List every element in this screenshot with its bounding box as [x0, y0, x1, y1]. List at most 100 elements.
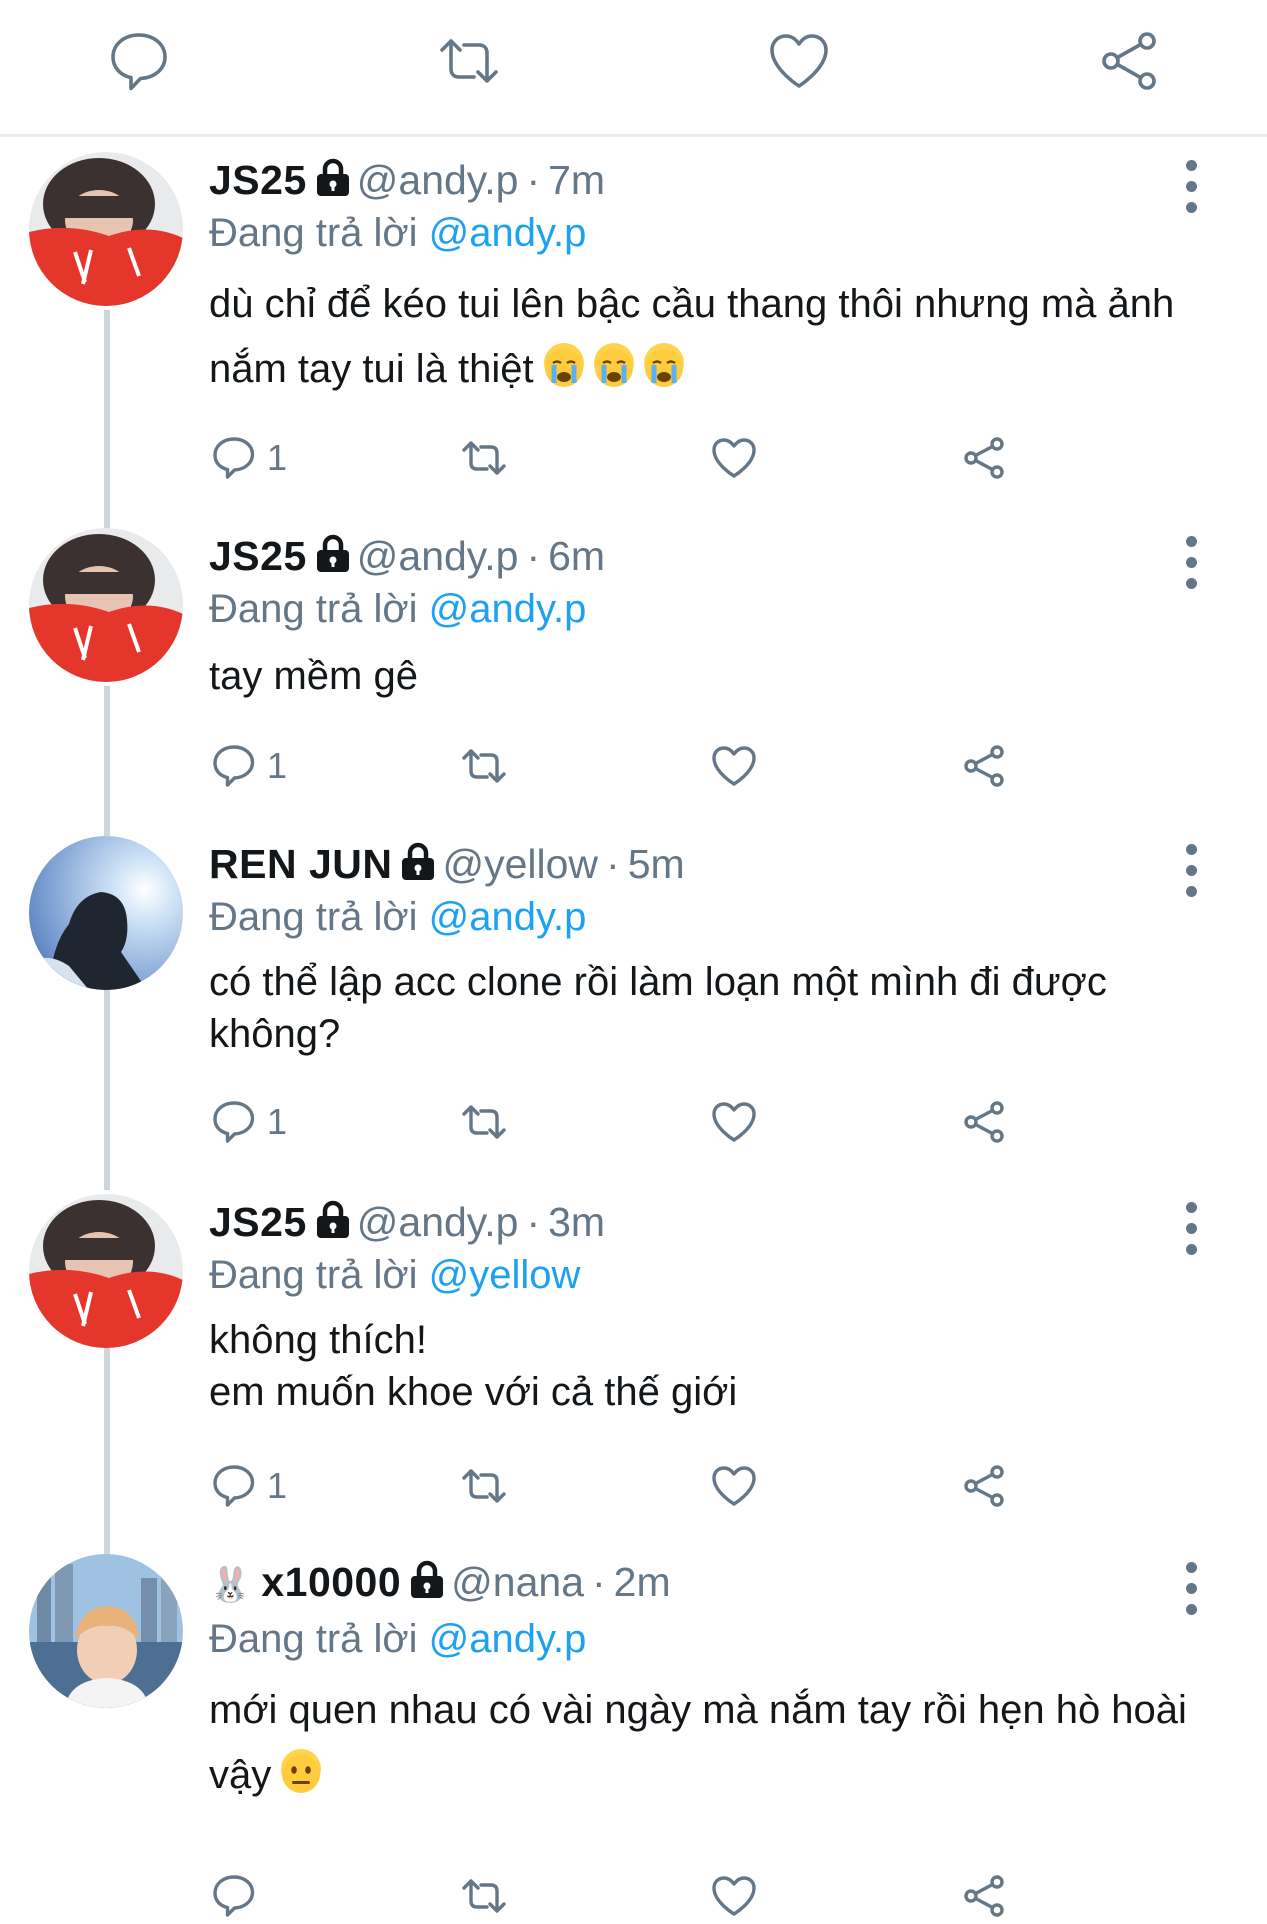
- retweet-button[interactable]: [459, 1458, 509, 1514]
- user-handle[interactable]: @andy.p: [357, 157, 519, 203]
- reply-button[interactable]: 1: [209, 1094, 287, 1150]
- retweet-button[interactable]: [459, 738, 509, 794]
- replying-label: Đang trả lời: [209, 1253, 418, 1297]
- avatar[interactable]: [29, 836, 183, 990]
- lock-icon: [402, 842, 435, 880]
- lock-icon: [411, 1560, 444, 1598]
- reply-count: 1: [267, 1101, 288, 1142]
- mention-link[interactable]: @andy.p: [429, 1617, 587, 1661]
- retweet-icon: [462, 1105, 506, 1139]
- retweet-icon[interactable]: [434, 26, 504, 96]
- reply-icon: [213, 437, 255, 479]
- tweet-text: không thích! em muốn khoe với cả thế giớ…: [209, 1318, 738, 1414]
- like-button[interactable]: [709, 1868, 759, 1924]
- separator-dot: ·: [526, 1199, 541, 1245]
- tweet[interactable]: REN JUN @yellow · 5m Đang trả lời @andy.p c…: [0, 836, 1267, 1176]
- reply-button[interactable]: [209, 1868, 267, 1924]
- avatar[interactable]: [29, 1194, 183, 1348]
- timestamp[interactable]: 7m: [548, 157, 605, 203]
- retweet-icon: [462, 749, 506, 783]
- separator-dot: ·: [606, 841, 620, 887]
- tweet-actions: 1: [209, 430, 1029, 486]
- tweet-actions: 1: [209, 1094, 1029, 1150]
- display-name[interactable]: JS25: [209, 1199, 307, 1245]
- tweet-text: dù chỉ để kéo tui lên bậc cầu thang thôi…: [209, 272, 1207, 402]
- avatar[interactable]: [29, 1554, 183, 1708]
- timestamp[interactable]: 5m: [628, 841, 685, 887]
- like-icon[interactable]: [764, 26, 834, 96]
- tweet-text: tay mềm gê: [209, 654, 418, 698]
- tweet-actions: 1: [209, 1458, 1029, 1514]
- more-options-icon[interactable]: [1177, 528, 1207, 598]
- loudly-crying-face-emoji: [593, 343, 634, 387]
- tweet[interactable]: JS25 @andy.p · 3m Đang trả lời @yellow khôn…: [0, 1194, 1267, 1534]
- mention-link[interactable]: @andy.p: [429, 895, 587, 939]
- share-icon: [964, 1101, 1004, 1143]
- share-button[interactable]: [959, 430, 1009, 486]
- like-button[interactable]: [709, 1458, 759, 1514]
- display-name[interactable]: JS25: [209, 533, 307, 579]
- user-handle[interactable]: @andy.p: [357, 533, 519, 579]
- reply-button[interactable]: 1: [209, 738, 287, 794]
- separator-dot: ·: [526, 533, 541, 579]
- tweet[interactable]: JS25 @andy.p · 6m Đang trả lời @andy.p tay …: [0, 528, 1267, 828]
- timestamp[interactable]: 2m: [614, 1559, 671, 1605]
- mention-link[interactable]: @andy.p: [429, 587, 587, 631]
- replying-to: Đang trả lời @andy.p: [209, 582, 1207, 636]
- user-handle[interactable]: @yellow: [442, 841, 598, 887]
- share-button[interactable]: [959, 1458, 1009, 1514]
- tweet-header: 🐰 x10000 @nana · 2m: [209, 1554, 1207, 1610]
- user-handle[interactable]: @nana: [451, 1559, 584, 1605]
- top-action-bar: [0, 0, 1267, 137]
- mention-link[interactable]: @andy.p: [429, 211, 587, 255]
- like-icon: [712, 438, 756, 478]
- tweet-actions: 1: [209, 738, 1029, 794]
- share-button[interactable]: [959, 738, 1009, 794]
- share-icon: [964, 1465, 1004, 1507]
- user-handle[interactable]: @andy.p: [357, 1199, 519, 1245]
- reply-icon[interactable]: [104, 26, 174, 96]
- more-options-icon[interactable]: [1177, 836, 1207, 906]
- replying-label: Đang trả lời: [209, 895, 418, 939]
- retweet-button[interactable]: [459, 430, 509, 486]
- share-icon: [964, 437, 1004, 479]
- reply-icon: [213, 1101, 255, 1143]
- reply-button[interactable]: 1: [209, 430, 287, 486]
- lock-icon: [316, 534, 349, 572]
- timestamp[interactable]: 6m: [548, 533, 605, 579]
- share-icon[interactable]: [1094, 26, 1164, 96]
- share-button[interactable]: [959, 1094, 1009, 1150]
- display-name[interactable]: x10000: [261, 1559, 401, 1605]
- display-name[interactable]: JS25: [209, 157, 307, 203]
- lock-icon: [316, 1200, 349, 1238]
- neutral-face-emoji: [281, 1749, 322, 1793]
- like-icon: [712, 1102, 756, 1142]
- avatar[interactable]: [29, 152, 183, 306]
- avatar[interactable]: [29, 528, 183, 682]
- more-options-icon[interactable]: [1177, 1554, 1207, 1624]
- share-button[interactable]: [959, 1868, 1009, 1924]
- like-button[interactable]: [709, 1094, 759, 1150]
- retweet-button[interactable]: [459, 1868, 509, 1924]
- tweet-actions: [209, 1868, 1029, 1924]
- reply-icon: [213, 1875, 255, 1917]
- tweet[interactable]: 🐰 x10000 @nana · 2m Đang trả lời @andy.p mới…: [0, 1554, 1267, 1920]
- like-button[interactable]: [709, 430, 759, 486]
- reply-icon: [213, 745, 255, 787]
- like-icon: [712, 1466, 756, 1506]
- like-button[interactable]: [709, 738, 759, 794]
- replying-label: Đang trả lời: [209, 1617, 418, 1661]
- display-name[interactable]: REN JUN: [209, 841, 392, 887]
- tweet[interactable]: JS25 @andy.p · 7m Đang trả lời @andy.p dù c…: [0, 152, 1267, 492]
- mention-link[interactable]: @yellow: [429, 1253, 581, 1297]
- retweet-button[interactable]: [459, 1094, 509, 1150]
- tweet-header: JS25 @andy.p · 3m: [209, 1194, 1207, 1250]
- reply-button[interactable]: 1: [209, 1458, 287, 1514]
- more-options-icon[interactable]: [1177, 1194, 1207, 1264]
- more-options-icon[interactable]: [1177, 152, 1207, 222]
- replying-label: Đang trả lời: [209, 211, 418, 255]
- lock-icon: [316, 158, 349, 196]
- retweet-icon: [462, 1469, 506, 1503]
- replying-to: Đang trả lời @andy.p: [209, 1612, 1207, 1666]
- timestamp[interactable]: 3m: [548, 1199, 605, 1245]
